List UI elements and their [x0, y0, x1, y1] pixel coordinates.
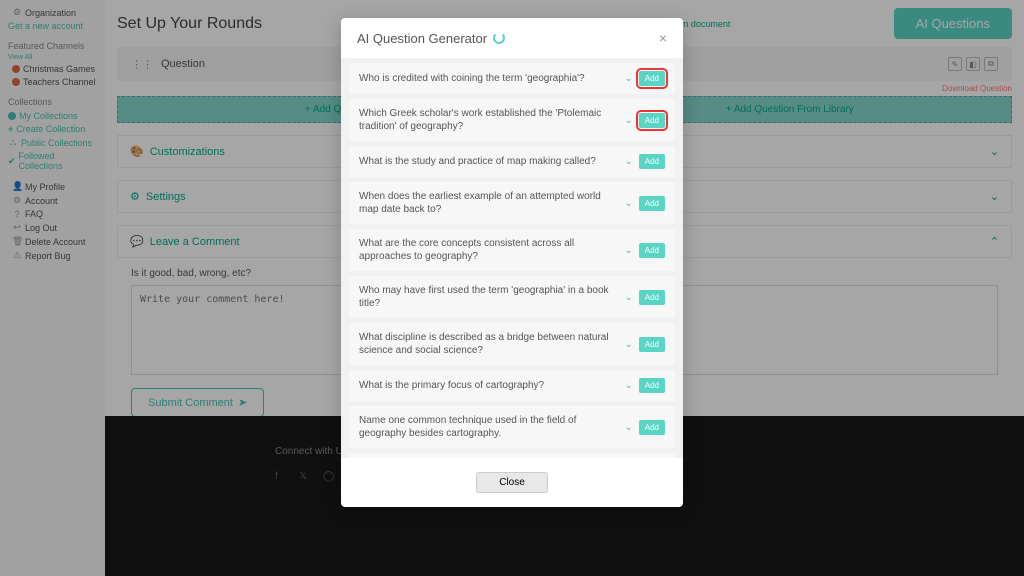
question-row: What is the study and practice of map ma… — [349, 146, 675, 177]
question-text: Which Greek scholar's work established t… — [359, 107, 618, 133]
add-button[interactable]: Add — [639, 337, 665, 352]
add-button[interactable]: Add — [639, 196, 665, 211]
modal-title: AI Question Generator — [357, 31, 487, 46]
add-button[interactable]: Add — [639, 71, 665, 86]
question-text: What is the primary focus of cartography… — [359, 379, 618, 392]
question-text: What are the core concepts consistent ac… — [359, 237, 618, 263]
add-button[interactable]: Add — [639, 420, 665, 435]
chevron-down-icon[interactable]: ⌄ — [624, 73, 632, 84]
question-text: When does the earliest example of an att… — [359, 190, 618, 216]
ai-question-modal: AI Question Generator × Who is credited … — [341, 18, 683, 507]
chevron-down-icon[interactable]: ⌄ — [624, 422, 632, 433]
question-text: Who is credited with coining the term 'g… — [359, 72, 618, 85]
chevron-down-icon[interactable]: ⌄ — [624, 380, 632, 391]
question-row: What discipline is described as a bridge… — [349, 323, 675, 365]
chevron-down-icon[interactable]: ⌄ — [624, 339, 632, 350]
add-button[interactable]: Add — [639, 154, 665, 169]
chevron-down-icon[interactable]: ⌄ — [624, 292, 632, 303]
question-text: What is the study and practice of map ma… — [359, 155, 618, 168]
chevron-down-icon[interactable]: ⌄ — [624, 156, 632, 167]
add-button[interactable]: Add — [639, 378, 665, 393]
spinner-icon — [493, 32, 505, 44]
close-button[interactable]: Close — [476, 472, 548, 493]
question-text: What discipline is described as a bridge… — [359, 331, 618, 357]
question-row: What are the core concepts consistent ac… — [349, 229, 675, 271]
add-button[interactable]: Add — [639, 243, 665, 258]
question-text: Name one common technique used in the fi… — [359, 414, 618, 440]
question-row: Name one common technique used in the fi… — [349, 406, 675, 448]
chevron-down-icon[interactable]: ⌄ — [624, 115, 632, 126]
modal-overlay: AI Question Generator × Who is credited … — [0, 0, 1024, 576]
question-row: Which Greek scholar's work established t… — [349, 99, 675, 141]
question-text: Who may have first used the term 'geogra… — [359, 284, 618, 310]
add-button[interactable]: Add — [639, 113, 665, 128]
chevron-down-icon[interactable]: ⌄ — [624, 245, 632, 256]
question-row: Who is credited with coining the term 'g… — [349, 63, 675, 94]
add-button[interactable]: Add — [639, 290, 665, 305]
question-row: Who may have first used the term 'geogra… — [349, 276, 675, 318]
question-row: When does the earliest example of an att… — [349, 182, 675, 224]
chevron-down-icon[interactable]: ⌄ — [624, 198, 632, 209]
close-icon[interactable]: × — [659, 30, 667, 46]
question-row: What is the primary focus of cartography… — [349, 370, 675, 401]
